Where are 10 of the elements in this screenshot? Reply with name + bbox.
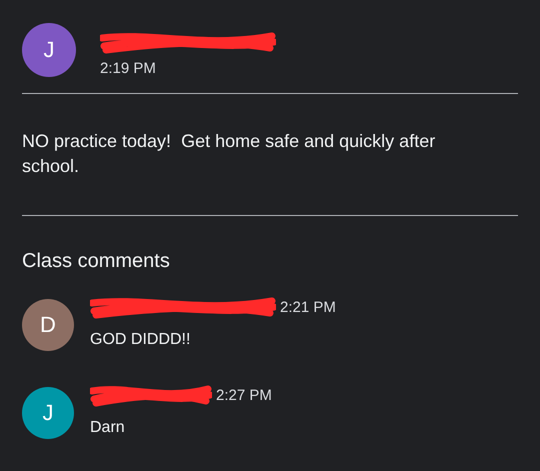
announcement-text: NO practice today! Get home safe and quickly after school. xyxy=(22,130,436,178)
avatar: J xyxy=(22,23,76,77)
avatar: D xyxy=(22,299,74,351)
post-time: 2:19 PM xyxy=(100,60,157,76)
comment-time: 2:27 PM xyxy=(216,386,272,404)
comment-time: 2:21 PM xyxy=(280,298,336,316)
comment-text: Darn xyxy=(90,419,126,437)
comment-text: GOD DIDDD!! xyxy=(90,331,192,349)
comments-heading: Class comments xyxy=(22,250,171,273)
avatar: J xyxy=(22,387,74,439)
